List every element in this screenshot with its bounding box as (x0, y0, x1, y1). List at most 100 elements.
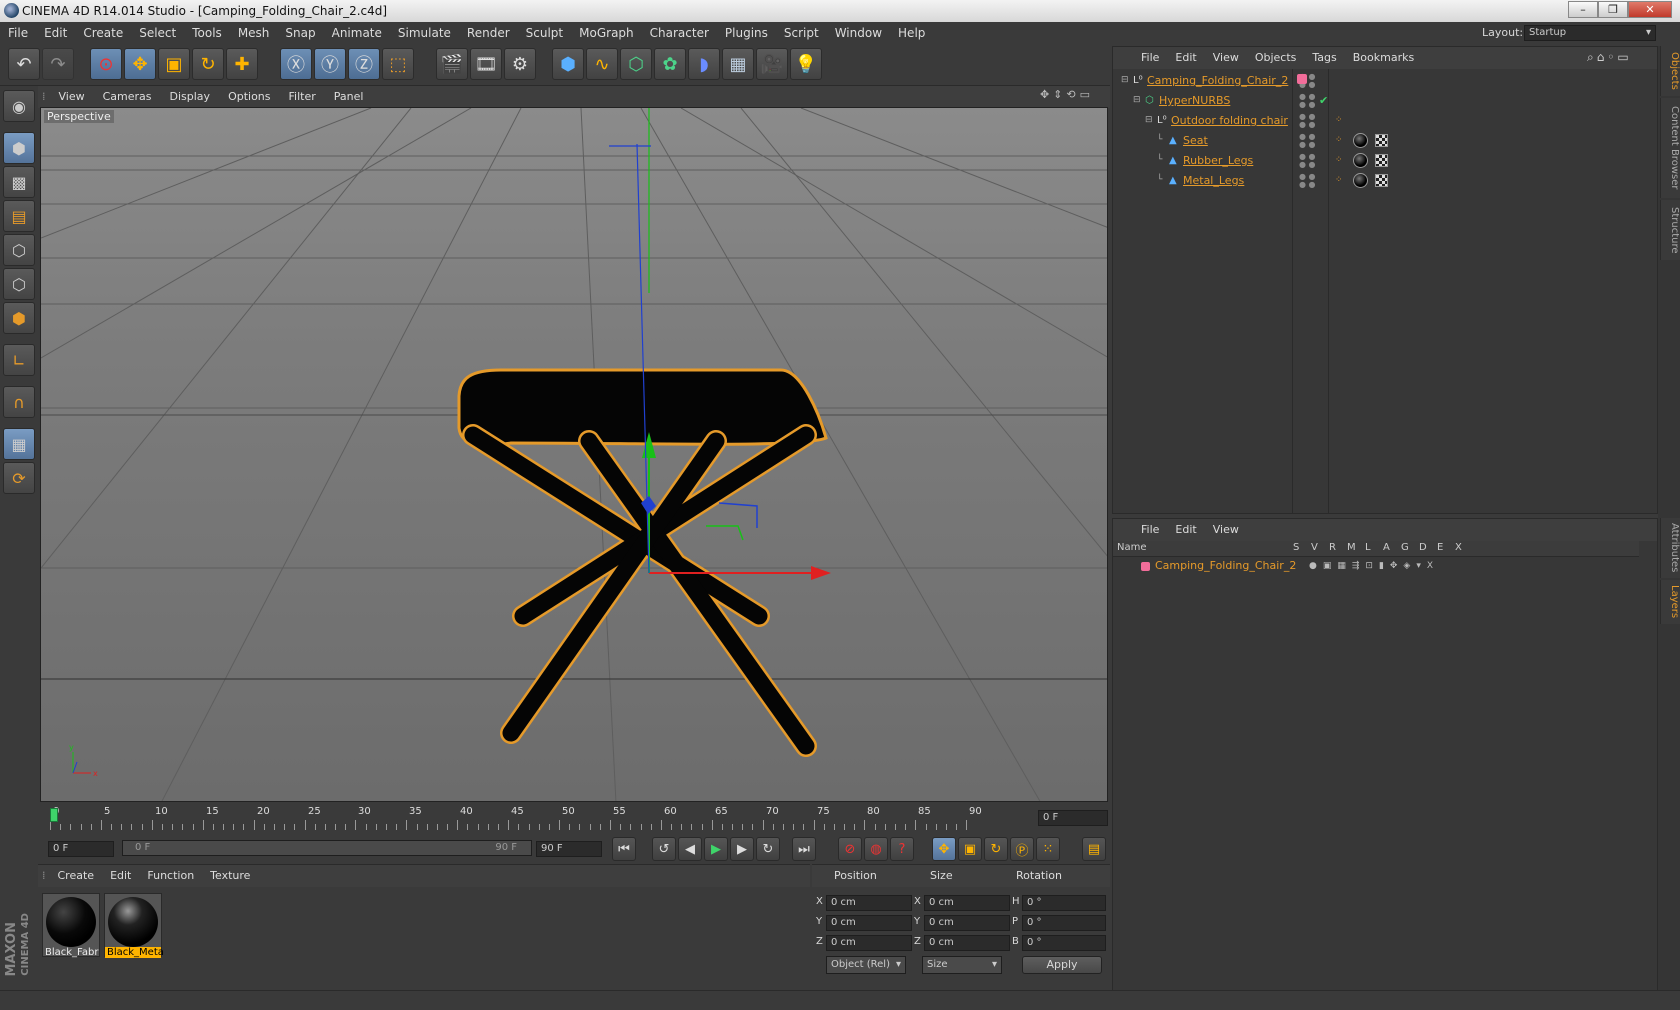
live-selection-tool-button[interactable]: ⊙ (90, 48, 122, 80)
phong-tag-icon[interactable]: ⁘ (1335, 151, 1343, 170)
layers-menu-file[interactable]: File (1133, 519, 1167, 541)
material-menu-create[interactable]: Create (50, 865, 103, 887)
camera-button[interactable]: 🎥 (756, 48, 788, 80)
floor-button[interactable]: ▦ (722, 48, 754, 80)
render-settings-button[interactable]: ⚙ (504, 48, 536, 80)
objects-menu-edit[interactable]: Edit (1167, 47, 1204, 69)
record-keys-button[interactable]: ⊘ (838, 837, 862, 861)
phong-tag-icon[interactable]: ⁘ (1335, 171, 1343, 190)
layer-col-name[interactable]: Name (1117, 542, 1147, 553)
points-mode-button[interactable]: ⬡ (3, 234, 35, 266)
perspective-viewport[interactable]: Perspective y x (40, 107, 1108, 802)
layer-color-swatch[interactable] (1141, 562, 1150, 571)
expand-toggle-icon[interactable]: └ (1157, 171, 1162, 190)
key-scale-button[interactable]: ▣ (958, 837, 982, 861)
scale-tool-button[interactable]: ▣ (158, 48, 190, 80)
rotate-tool-button[interactable]: ↻ (192, 48, 224, 80)
layer-col-r[interactable]: R (1329, 542, 1336, 553)
tab-objects[interactable]: Objects (1660, 46, 1680, 96)
render-picture-viewer-button[interactable]: 🎞 (470, 48, 502, 80)
expand-toggle-icon[interactable]: └ (1157, 151, 1162, 170)
visibility-dots-icon[interactable]: ● ● ● ● (1299, 173, 1316, 189)
viewport-menu-filter[interactable]: Filter (280, 86, 325, 108)
visibility-dots-icon[interactable]: ● ● ● ● (1299, 153, 1316, 169)
light-button[interactable]: 💡 (790, 48, 822, 80)
expand-toggle-icon[interactable]: ⊟ (1133, 91, 1141, 110)
move-tool-button[interactable]: ✥ (124, 48, 156, 80)
layer-color-tag[interactable] (1297, 74, 1307, 84)
tab-structure[interactable]: Structure (1660, 200, 1680, 260)
maximize-button[interactable]: ❐ (1598, 1, 1628, 18)
key-rotation-button[interactable]: ↻ (984, 837, 1008, 861)
size-field[interactable]: 0 cm (924, 915, 1010, 931)
menu-snap[interactable]: Snap (277, 22, 323, 44)
timeline-playhead[interactable] (50, 808, 58, 822)
viewport-nav-icons[interactable]: ✥⇕⟲▭ (1040, 88, 1110, 106)
phong-tag-icon[interactable]: ⁘ (1335, 131, 1343, 150)
layer-col-v[interactable]: V (1311, 542, 1318, 553)
size-mode-select[interactable]: Size ▾ (922, 956, 1002, 974)
layer-col-m[interactable]: M (1347, 542, 1356, 553)
objects-menu-bookmarks[interactable]: Bookmarks (1345, 47, 1422, 69)
tab-layers[interactable]: Layers (1660, 580, 1680, 624)
key-parameter-button[interactable]: Ⓟ (1010, 837, 1034, 861)
prev-key-button[interactable]: ↺ (652, 837, 676, 861)
goto-start-button[interactable]: ⏮ (612, 837, 636, 861)
material-menu-texture[interactable]: Texture (202, 865, 258, 887)
layer-row[interactable]: Camping_Folding_Chair_2 ●▣▦⇶⊡▮✥◈▾X (1113, 557, 1639, 575)
add-tool-button[interactable]: ✚ (226, 48, 258, 80)
phong-tag-icon[interactable]: ⁘ (1335, 111, 1343, 130)
material-tag-icon[interactable] (1353, 133, 1368, 148)
menu-animate[interactable]: Animate (324, 22, 390, 44)
key-position-button[interactable]: ✥ (932, 837, 956, 861)
object-row[interactable]: ⊟ ⬡ HyperNURBS ● ● ● ● ✔ (1113, 91, 1657, 110)
material-black-metal[interactable]: Black_Meta (104, 893, 164, 958)
workplane-lock-button[interactable]: ▦ (3, 428, 35, 460)
render-view-button[interactable]: 🎬 (436, 48, 468, 80)
workplane-rotate-button[interactable]: ⟳ (3, 462, 35, 494)
edges-mode-button[interactable]: ⬡ (3, 268, 35, 300)
viewport-menu-display[interactable]: Display (161, 86, 220, 108)
next-frame-button[interactable]: ▶ (730, 837, 754, 861)
layout-select[interactable]: Startup ▾ (1524, 25, 1656, 41)
menu-render[interactable]: Render (459, 22, 518, 44)
workplane-mode-button[interactable]: ▤ (3, 200, 35, 232)
current-frame-field[interactable]: 0 F (1038, 810, 1108, 826)
layers-menu-edit[interactable]: Edit (1167, 519, 1204, 541)
uvw-tag-icon[interactable] (1375, 134, 1388, 147)
key-pla-button[interactable]: ⁙ (1036, 837, 1060, 861)
model-mode-button[interactable]: ⬢ (3, 132, 35, 164)
frame-range-slider[interactable]: 0 F 90 F (122, 840, 532, 856)
object-manager-nav-icons[interactable]: ⌕⌂◦▭ (1587, 50, 1657, 65)
apply-button[interactable]: Apply (1022, 956, 1102, 974)
expand-toggle-icon[interactable]: └ (1157, 131, 1162, 150)
layers-menu-view[interactable]: View (1205, 519, 1247, 541)
object-row[interactable]: ⊟ L⁰ Outdoor folding chair ● ● ● ● ⁘ (1113, 111, 1657, 130)
prev-frame-button[interactable]: ◀ (678, 837, 702, 861)
material-black-fabric[interactable]: Black_Fabr (42, 893, 100, 958)
objects-menu-view[interactable]: View (1205, 47, 1247, 69)
tab-attributes[interactable]: Attributes (1660, 518, 1680, 578)
material-tag-icon[interactable] (1353, 173, 1368, 188)
axis-mode-button[interactable]: ∟ (3, 344, 35, 376)
spline-pen-button[interactable]: ∿ (586, 48, 618, 80)
layer-col-g[interactable]: G (1401, 542, 1409, 553)
play-button[interactable]: ▶ (704, 837, 728, 861)
layer-col-s[interactable]: S (1293, 542, 1299, 553)
menu-mesh[interactable]: Mesh (230, 22, 278, 44)
panel-grip-icon[interactable]: ⁞ (38, 865, 50, 887)
menu-sculpt[interactable]: Sculpt (518, 22, 571, 44)
coord-mode-select[interactable]: Object (Rel) ▾ (826, 956, 906, 974)
visibility-dots-icon[interactable]: ● ● ● ● (1299, 93, 1316, 109)
array-button[interactable]: ✿ (654, 48, 686, 80)
enabled-check-icon[interactable]: ✔ (1319, 91, 1328, 110)
viewport-menu-view[interactable]: View (50, 86, 94, 108)
xy-plane-handle[interactable] (706, 525, 744, 541)
layer-flag-icons[interactable]: ●▣▦⇶⊡▮✥◈▾X (1309, 557, 1439, 575)
viewport-menu-panel[interactable]: Panel (325, 86, 373, 108)
undo-button[interactable]: ↶ (8, 48, 40, 80)
layer-col-l[interactable]: L (1365, 542, 1371, 553)
minimize-button[interactable]: – (1568, 1, 1598, 18)
end-frame-field[interactable]: 90 F (536, 841, 602, 857)
object-row[interactable]: └ ▲ Metal_Legs ● ● ● ● ⁘ (1113, 171, 1657, 190)
